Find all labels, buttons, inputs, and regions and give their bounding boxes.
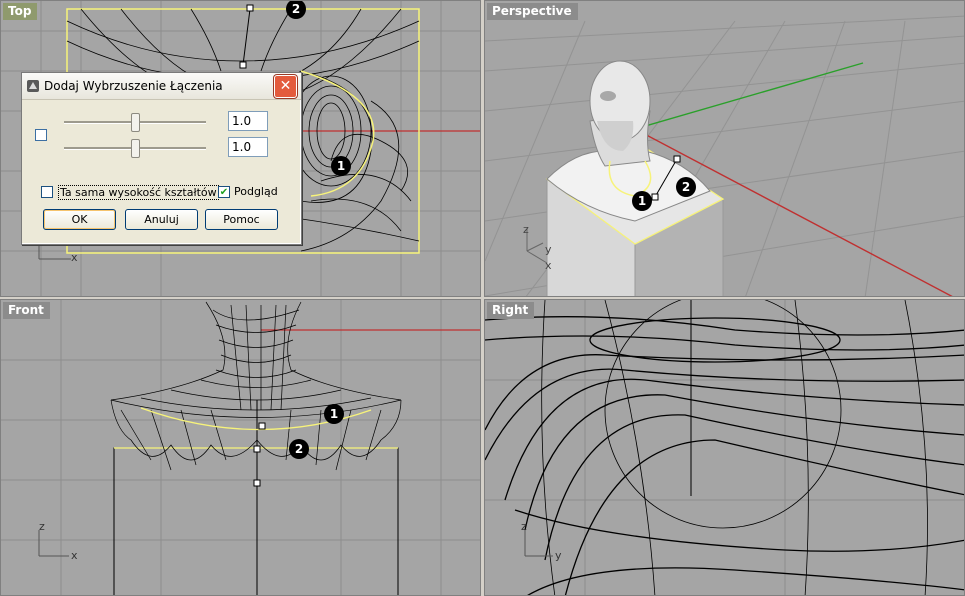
marker-2-perspective: 2: [676, 177, 696, 197]
front-viewport[interactable]: Front z x 1 2: [0, 299, 481, 596]
slider-1[interactable]: [64, 113, 206, 133]
axis-label-z: z: [39, 520, 45, 533]
perspective-viewport[interactable]: Perspective z y x 1 2: [484, 0, 965, 297]
axis-label-y: y: [555, 549, 562, 562]
value-2-input[interactable]: [228, 137, 268, 157]
cancel-button[interactable]: Anuluj: [125, 209, 198, 230]
same-height-checkbox[interactable]: [41, 186, 53, 198]
perspective-viewport-canvas: [485, 15, 964, 296]
help-button[interactable]: Pomoc: [205, 209, 278, 230]
marker-2-front: 2: [289, 439, 309, 459]
viewport-title-front[interactable]: Front: [3, 302, 50, 319]
axis-label-x: x: [71, 549, 78, 562]
ok-button[interactable]: OK: [43, 209, 116, 230]
rhino-app-icon: [27, 80, 39, 92]
marker-2-top: 2: [286, 1, 306, 19]
viewport-title-perspective[interactable]: Perspective: [487, 3, 578, 20]
add-blend-bulge-dialog[interactable]: Dodaj Wybrzuszenie Łączenia ✕ Ta sama wy…: [21, 72, 302, 245]
close-button[interactable]: ✕: [274, 74, 297, 98]
axis-label-x: x: [71, 251, 78, 264]
lock-checkbox[interactable]: [35, 129, 47, 141]
axis-label-y: y: [545, 243, 552, 256]
right-viewport[interactable]: Right z y: [484, 299, 965, 596]
preview-checkbox[interactable]: ✔: [218, 186, 230, 198]
same-height-label[interactable]: Ta sama wysokość kształtów: [58, 185, 219, 200]
marker-1-top: 1: [331, 156, 351, 176]
dialog-titlebar[interactable]: Dodaj Wybrzuszenie Łączenia ✕: [22, 73, 301, 100]
axis-label-z: z: [521, 520, 527, 533]
axis-label-x: x: [545, 259, 552, 272]
marker-1-front: 1: [324, 404, 344, 424]
marker-1-perspective: 1: [632, 191, 652, 211]
slider-1-thumb[interactable]: [131, 113, 140, 132]
slider-2-thumb[interactable]: [131, 139, 140, 158]
viewport-title-top[interactable]: Top: [3, 3, 38, 20]
value-1-input[interactable]: [228, 111, 268, 131]
close-icon: ✕: [279, 78, 292, 94]
axis-label-z: z: [523, 223, 529, 236]
viewport-title-right[interactable]: Right: [487, 302, 535, 319]
preview-label[interactable]: Podgląd: [234, 185, 278, 198]
dialog-title: Dodaj Wybrzuszenie Łączenia: [44, 79, 223, 93]
slider-2[interactable]: [64, 139, 206, 159]
